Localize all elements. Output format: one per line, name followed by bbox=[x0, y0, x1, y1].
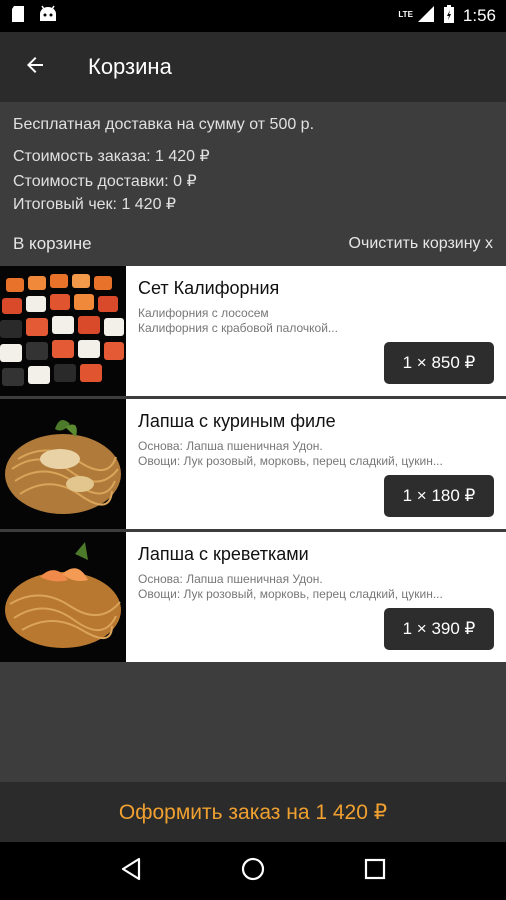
noodles-shrimp-image bbox=[0, 532, 126, 662]
item-description-line: Овощи: Лук розовый, морковь, перец сладк… bbox=[138, 587, 443, 601]
cart-item[interactable]: Сет Калифорния Калифорния с лососем Кали… bbox=[0, 266, 506, 396]
cart-item[interactable]: Лапша с куриным филе Основа: Лапша пшени… bbox=[0, 399, 506, 529]
arrow-back-icon bbox=[23, 53, 47, 82]
cart-item-details: Лапша с куриным филе Основа: Лапша пшени… bbox=[126, 399, 506, 529]
cart-item-details: Лапша с креветками Основа: Лапша пшеничн… bbox=[126, 532, 506, 662]
item-quantity-price-button[interactable]: 1 × 850 ₽ bbox=[384, 342, 494, 384]
item-description-line: Овощи: Лук розовый, морковь, перец сладк… bbox=[138, 454, 443, 468]
item-description: Основа: Лапша пшеничная Удон. Овощи: Лук… bbox=[138, 572, 498, 602]
noodles-chicken-image bbox=[0, 399, 126, 529]
item-name: Сет Калифорния bbox=[138, 278, 280, 298]
nav-back-button[interactable] bbox=[111, 851, 151, 891]
checkout-button[interactable]: Оформить заказ на 1 420 ₽ bbox=[0, 782, 506, 842]
sd-card-icon bbox=[10, 5, 26, 28]
item-description-line: Основа: Лапша пшеничная Удон. bbox=[138, 572, 323, 586]
item-quantity-price-button[interactable]: 1 × 390 ₽ bbox=[384, 608, 494, 650]
square-recents-icon bbox=[364, 858, 386, 885]
clear-cart-button[interactable]: Очистить корзину x bbox=[349, 235, 493, 253]
item-name: Лапша с креветками bbox=[138, 544, 309, 564]
cart-item[interactable]: Лапша с креветками Основа: Лапша пшеничн… bbox=[0, 532, 506, 662]
item-quantity-price-button[interactable]: 1 × 180 ₽ bbox=[384, 475, 494, 517]
back-button[interactable] bbox=[0, 32, 70, 102]
sushi-set-image bbox=[0, 266, 126, 396]
app-bar: Корзина bbox=[0, 32, 506, 102]
order-total: Итоговый чек: 1 420 ₽ bbox=[13, 196, 177, 213]
system-nav-bar bbox=[0, 842, 506, 900]
network-type: LTE bbox=[398, 9, 413, 19]
item-description-line: Основа: Лапша пшеничная Удон. bbox=[138, 439, 323, 453]
status-bar: LTE 1:56 bbox=[0, 0, 506, 32]
item-description-line: Калифорния с крабовой палочкой... bbox=[138, 321, 338, 335]
item-description: Основа: Лапша пшеничная Удон. Овощи: Лук… bbox=[138, 439, 498, 469]
nav-home-button[interactable] bbox=[233, 851, 273, 891]
item-name: Лапша с куриным филе bbox=[138, 411, 336, 431]
order-cost: Стоимость заказа: 1 420 ₽ bbox=[13, 148, 210, 165]
triangle-back-icon bbox=[120, 857, 142, 886]
cart-heading: В корзине bbox=[13, 234, 92, 253]
free-delivery-note: Бесплатная доставка на сумму от 500 р. bbox=[13, 116, 315, 133]
delivery-cost: Стоимость доставки: 0 ₽ bbox=[13, 173, 197, 190]
page-title: Корзина bbox=[88, 54, 172, 79]
circle-home-icon bbox=[241, 857, 265, 886]
status-time: 1:56 bbox=[462, 6, 496, 25]
signal-icon bbox=[417, 5, 435, 28]
nav-recents-button[interactable] bbox=[355, 851, 395, 891]
cart-item-details: Сет Калифорния Калифорния с лососем Кали… bbox=[126, 266, 506, 396]
cart-header: В корзине Очистить корзину x bbox=[13, 232, 493, 256]
battery-icon bbox=[443, 4, 455, 29]
item-description: Калифорния с лососем Калифорния с крабов… bbox=[138, 306, 498, 336]
android-icon bbox=[38, 5, 58, 28]
item-description-line: Калифорния с лососем bbox=[138, 306, 269, 320]
